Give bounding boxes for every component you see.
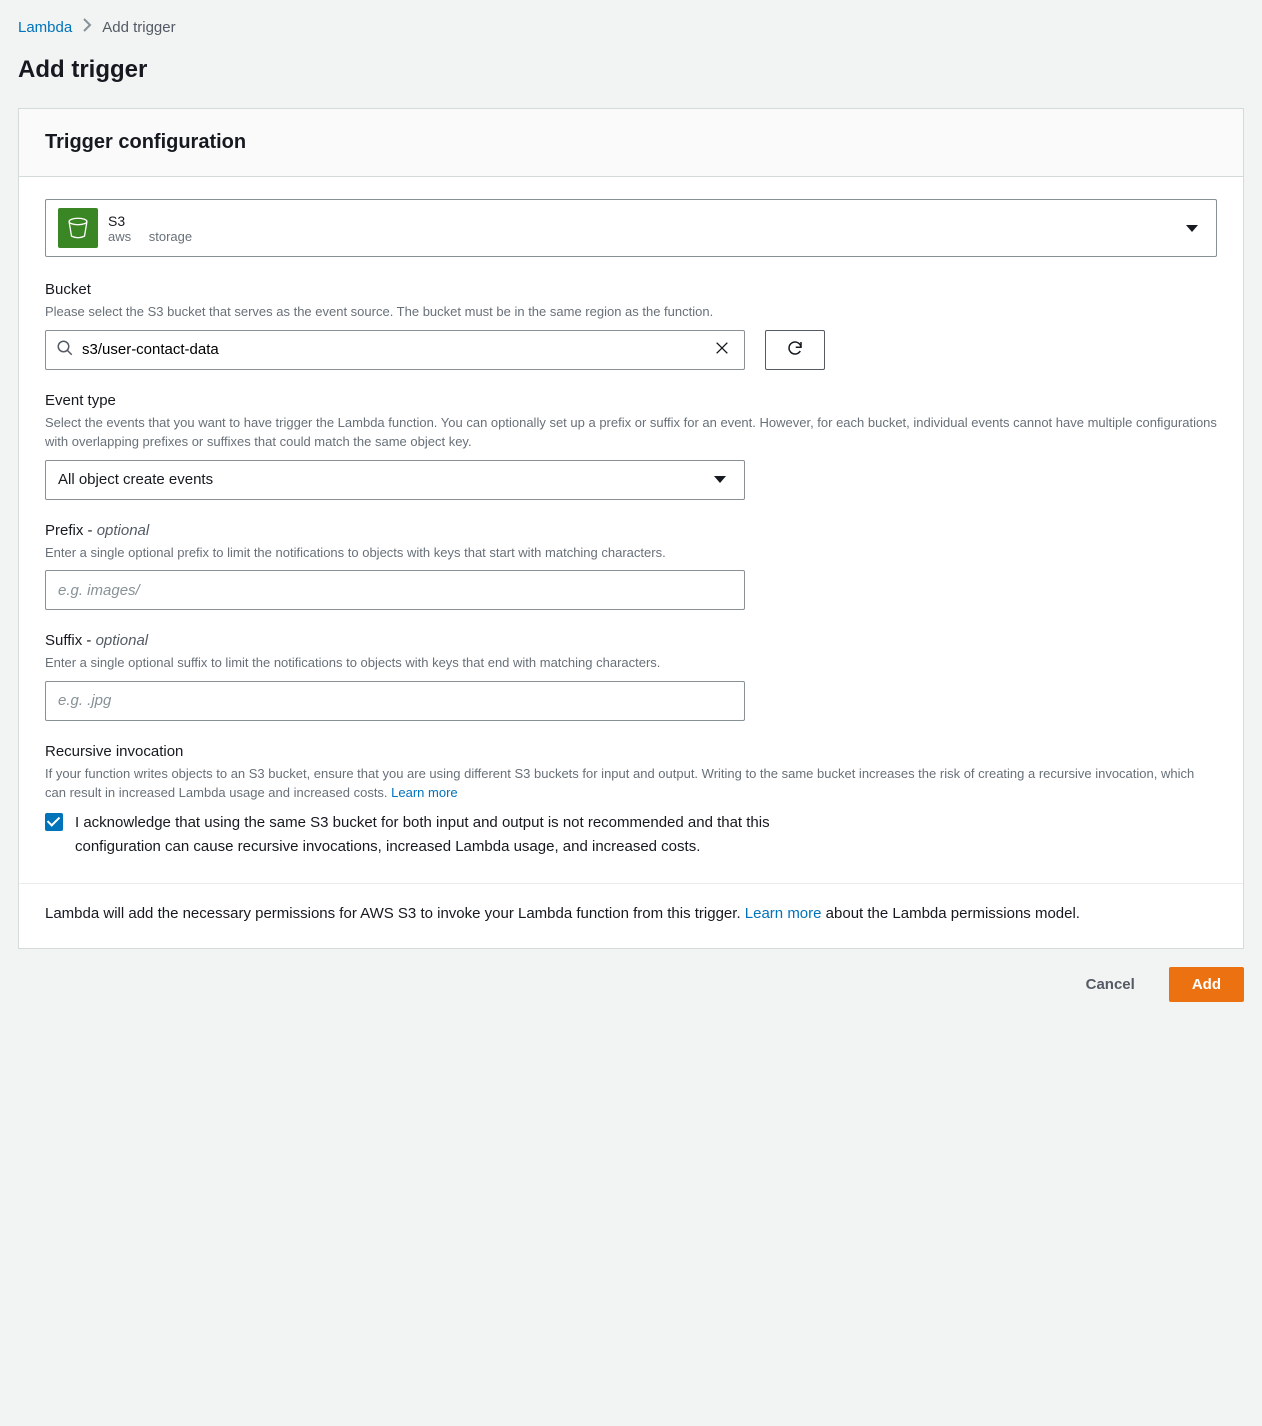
recursive-field: Recursive invocation If your function wr… <box>45 743 1217 859</box>
acknowledge-text: I acknowledge that using the same S3 buc… <box>75 811 805 859</box>
action-buttons: Cancel Add <box>18 949 1244 1020</box>
s3-bucket-icon <box>58 208 98 248</box>
recursive-label: Recursive invocation <box>45 743 1217 760</box>
close-icon <box>714 340 730 359</box>
prefix-label: Prefix - optional <box>45 522 1217 539</box>
event-type-field: Event type Select the events that you wa… <box>45 392 1217 500</box>
recursive-hint: If your function writes objects to an S3… <box>45 764 1217 803</box>
bucket-search-wrapper <box>45 330 745 370</box>
event-type-hint: Select the events that you want to have … <box>45 413 1217 452</box>
prefix-hint: Enter a single optional prefix to limit … <box>45 543 1217 563</box>
trigger-config-panel: Trigger configuration S3 aws storage Buc… <box>18 108 1244 949</box>
recursive-learn-more-link[interactable]: Learn more <box>391 785 457 800</box>
panel-header: Trigger configuration <box>19 109 1243 177</box>
caret-down-icon <box>714 476 726 483</box>
acknowledge-checkbox[interactable] <box>45 813 63 831</box>
bucket-field: Bucket Please select the S3 bucket that … <box>45 281 1217 370</box>
bucket-label: Bucket <box>45 281 1217 298</box>
event-type-select[interactable]: All object create events <box>45 460 745 500</box>
breadcrumb: Lambda Add trigger <box>18 18 1244 36</box>
bucket-hint: Please select the S3 bucket that serves … <box>45 302 1217 322</box>
add-button[interactable]: Add <box>1169 967 1244 1002</box>
cancel-button[interactable]: Cancel <box>1064 967 1157 1002</box>
suffix-input[interactable] <box>45 681 745 721</box>
prefix-field: Prefix - optional Enter a single optiona… <box>45 522 1217 611</box>
breadcrumb-root-link[interactable]: Lambda <box>18 19 72 36</box>
panel-title: Trigger configuration <box>45 131 1217 154</box>
suffix-label: Suffix - optional <box>45 632 1217 649</box>
source-category-tag: storage <box>149 229 192 244</box>
bucket-input[interactable] <box>74 341 710 358</box>
prefix-input[interactable] <box>45 570 745 610</box>
caret-down-icon <box>1186 225 1198 232</box>
suffix-hint: Enter a single optional suffix to limit … <box>45 653 1217 673</box>
source-vendor-tag: aws <box>108 229 131 244</box>
refresh-button[interactable] <box>765 330 825 370</box>
event-type-selected: All object create events <box>58 471 213 488</box>
breadcrumb-current: Add trigger <box>102 19 175 36</box>
permissions-footer: Lambda will add the necessary permission… <box>19 883 1243 948</box>
clear-input-button[interactable] <box>710 336 734 363</box>
search-icon <box>56 339 74 360</box>
event-type-label: Event type <box>45 392 1217 409</box>
suffix-field: Suffix - optional Enter a single optiona… <box>45 632 1217 721</box>
chevron-right-icon <box>82 18 92 36</box>
trigger-source-select[interactable]: S3 aws storage <box>45 199 1217 257</box>
refresh-icon <box>786 339 804 360</box>
permissions-learn-more-link[interactable]: Learn more <box>745 905 822 922</box>
source-name: S3 <box>108 213 206 229</box>
page-title: Add trigger <box>18 56 1244 84</box>
